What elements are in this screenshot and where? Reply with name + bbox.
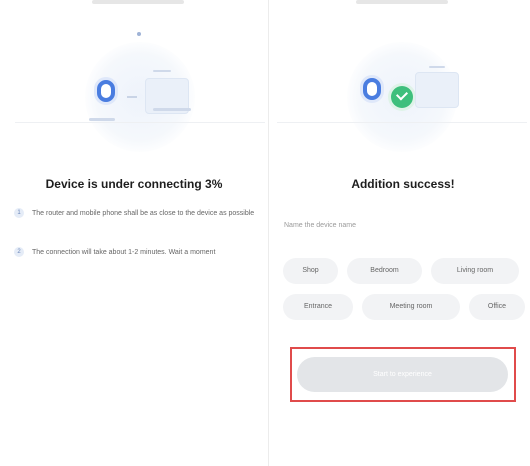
room-chip-living-room[interactable]: Living room	[431, 258, 519, 284]
connection-dash-icon	[127, 96, 137, 98]
device-name-hint: Name the device name	[284, 222, 356, 229]
room-chip-entrance[interactable]: Entrance	[283, 294, 353, 320]
success-illustration	[277, 30, 527, 152]
tip-number-badge: 1	[14, 208, 24, 218]
success-title: Addition success!	[351, 177, 455, 191]
phone-base-icon	[89, 118, 115, 121]
tip-text: The connection will take about 1-2 minut…	[32, 249, 216, 256]
connecting-illustration	[15, 30, 265, 152]
room-chip-meeting-room[interactable]: Meeting room	[362, 294, 460, 320]
phone-icon	[97, 80, 115, 102]
horizon-line	[277, 122, 527, 123]
router-antenna-icon	[153, 70, 171, 72]
phone-icon	[363, 78, 381, 100]
check-circle-icon	[391, 86, 413, 108]
tip-number-badge: 2	[14, 247, 24, 257]
start-experience-button[interactable]: Start to experience	[297, 357, 508, 392]
connecting-title: Device is under connecting 3%	[45, 177, 223, 191]
router-base-icon	[153, 108, 191, 111]
signal-dot-icon	[137, 32, 141, 36]
router-icon	[415, 72, 459, 108]
tip-item: 2 The connection will take about 1-2 min…	[14, 247, 258, 258]
room-chip-bedroom[interactable]: Bedroom	[347, 258, 422, 284]
tip-item: 1 The router and mobile phone shall be a…	[14, 208, 258, 219]
header-title-stub	[92, 0, 184, 4]
header-title-stub	[356, 0, 448, 4]
connecting-panel: Device is under connecting 3% 1 The rout…	[0, 0, 268, 466]
horizon-line	[15, 122, 265, 123]
router-antenna-icon	[429, 66, 445, 68]
room-chip-office[interactable]: Office	[469, 294, 525, 320]
tip-text: The router and mobile phone shall be as …	[32, 210, 255, 217]
room-chip-shop[interactable]: Shop	[283, 258, 338, 284]
